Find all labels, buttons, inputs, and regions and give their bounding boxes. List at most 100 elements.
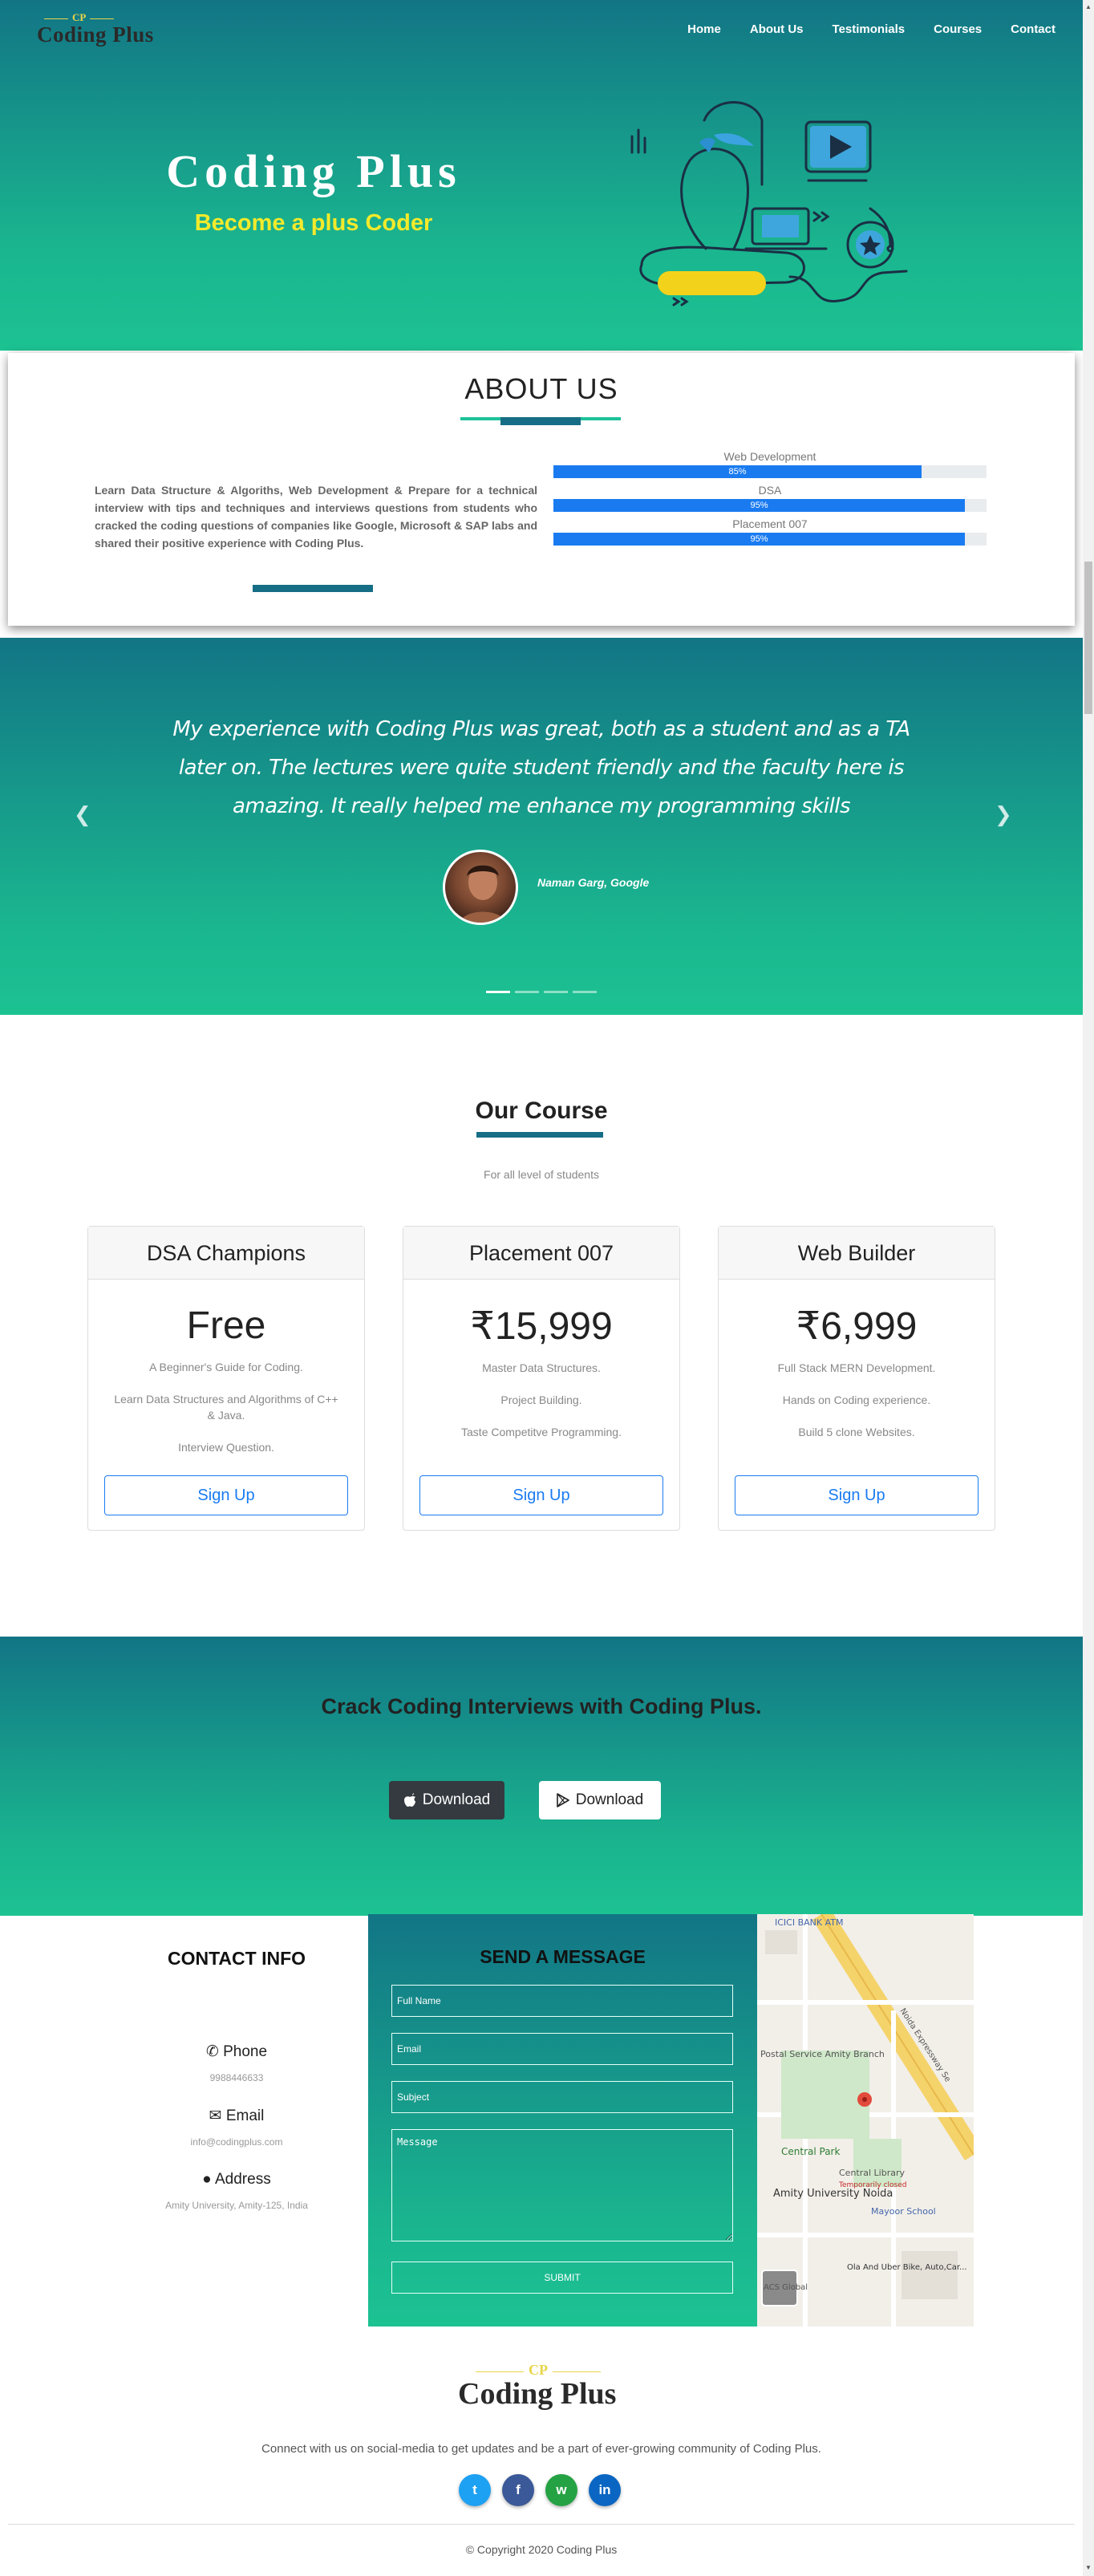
linkedin-icon[interactable]: in <box>589 2474 621 2506</box>
hero-section: CP Coding Plus Home About Us Testimonial… <box>0 0 1083 351</box>
location-map[interactable]: ICICI BANK ATM Postal Service Amity Bran… <box>757 1914 974 2327</box>
map-label: Central Park <box>781 2146 840 2157</box>
courses-underline <box>476 1132 603 1138</box>
map-label: Postal Service Amity Branch <box>760 2049 885 2059</box>
envelope-icon: ✉ <box>209 2107 222 2124</box>
skill-progress-bar: 95% <box>553 533 987 546</box>
email-label-row: ✉ Email <box>128 2107 345 2125</box>
app-store-download-button[interactable]: Download <box>389 1781 504 1819</box>
phone-icon: ✆ <box>205 2043 219 2060</box>
courses-subtitle: For all level of students <box>484 1168 599 1181</box>
about-text: Learn Data Structure & Algoriths, Web De… <box>95 484 537 550</box>
page: CP Coding Plus Home About Us Testimonial… <box>0 0 1094 2576</box>
course-name: DSA Champions <box>88 1227 364 1280</box>
nav-about-us[interactable]: About Us <box>750 22 804 36</box>
page-scrollbar[interactable]: ▲ ▼ <box>1083 0 1094 2576</box>
email-input[interactable] <box>391 2033 733 2065</box>
email-value[interactable]: info@codingplus.com <box>128 2136 345 2148</box>
skill-progress-fill: 95% <box>553 499 965 512</box>
logo-name: Coding Plus <box>37 22 154 47</box>
course-price: ₹6,999 <box>796 1305 918 1348</box>
download-section: Crack Coding Interviews with Coding Plus… <box>0 1637 1083 1916</box>
testimonial-author: Naman Garg, Google <box>537 876 650 889</box>
course-name: Placement 007 <box>403 1227 679 1280</box>
carousel-indicator[interactable] <box>573 991 597 993</box>
apple-icon <box>403 1793 415 1807</box>
course-name: Web Builder <box>719 1227 995 1280</box>
sign-up-button[interactable]: Sign Up <box>735 1475 979 1515</box>
message-textarea[interactable] <box>391 2129 733 2241</box>
course-feature: A Beginner's Guide for Coding. <box>149 1361 303 1373</box>
course-card-placement-007: Placement 007 ₹15,999 Master Data Struct… <box>403 1226 680 1531</box>
submit-button[interactable]: SUBMIT <box>391 2262 733 2294</box>
contact-address: ● Address Amity University, Amity-125, I… <box>128 2171 345 2211</box>
footer-logo[interactable]: CP Coding Plus <box>455 2362 628 2411</box>
email-label: Email <box>225 2107 265 2124</box>
nav-contact[interactable]: Contact <box>1011 22 1056 36</box>
courses-title: Our Course <box>475 1097 608 1124</box>
skill-progress-fill: 85% <box>553 465 922 478</box>
twitter-icon[interactable]: t <box>459 2474 491 2506</box>
scroll-up-icon[interactable]: ▲ <box>1085 3 1092 10</box>
address-value: Amity University, Amity-125, India <box>165 2200 308 2211</box>
footer-divider <box>8 2524 1075 2525</box>
main-nav: Home About Us Testimonials Courses Conta… <box>687 22 1056 36</box>
course-price: Free <box>186 1304 266 1347</box>
hero-title: Coding Plus <box>166 145 461 197</box>
phone-label: Phone <box>223 2043 268 2060</box>
course-feature: Learn Data Structures and Algorithms of … <box>114 1393 338 1422</box>
sign-up-button[interactable]: Sign Up <box>104 1475 348 1515</box>
course-feature: Full Stack MERN Development. <box>777 1361 936 1374</box>
download-title: Crack Coding Interviews with Coding Plus… <box>321 1694 762 1718</box>
hero-subtitle: Become a plus Coder <box>194 210 433 236</box>
testimonial-quote: My experience with Coding Plus was great… <box>172 717 910 818</box>
nav-home[interactable]: Home <box>687 22 721 36</box>
carousel-indicator[interactable] <box>486 991 510 993</box>
carousel-indicator[interactable] <box>544 991 568 993</box>
skills-list: Web Development 85% DSA 95% Placement 00… <box>553 448 987 549</box>
brand-logo[interactable]: CP Coding Plus <box>35 8 153 53</box>
course-card-dsa-champions: DSA Champions Free A Beginner's Guide fo… <box>87 1226 365 1531</box>
map-label: Amity University Noida <box>773 2188 893 2200</box>
social-links: t f w in <box>459 2474 621 2506</box>
skill-name: Placement 007 <box>732 517 808 530</box>
skill-progress-fill: 95% <box>553 533 965 546</box>
scrollbar-thumb[interactable] <box>1084 562 1092 714</box>
send-message-form: SEND A MESSAGE SUBMIT <box>368 1914 757 2327</box>
about-section: ABOUT US Learn Data Structure & Algorith… <box>8 353 1075 626</box>
sign-up-button[interactable]: Sign Up <box>419 1475 663 1515</box>
map-canvas: ICICI BANK ATM Postal Service Amity Bran… <box>757 1914 974 2327</box>
address-label-row: ● Address <box>128 2171 345 2189</box>
about-title: ABOUT US <box>464 372 618 405</box>
about-underline <box>460 417 621 425</box>
coder-illustration <box>630 101 908 306</box>
contact-info-title: CONTACT INFO <box>167 1948 306 1969</box>
apple-download-label: Download <box>422 1791 491 1808</box>
course-feature: Taste Competitve Programming. <box>461 1426 622 1438</box>
testimonials-section: ❮ ❯ My experience with Coding Plus was g… <box>0 638 1083 1015</box>
carousel-prev-icon[interactable]: ❮ <box>74 802 91 827</box>
map-label: ACS Global <box>764 2283 808 2292</box>
whatsapp-icon[interactable]: w <box>545 2474 577 2506</box>
facebook-icon[interactable]: f <box>502 2474 534 2506</box>
subject-input[interactable] <box>391 2081 733 2113</box>
course-feature: Project Building. <box>500 1393 582 1406</box>
course-feature: Build 5 clone Websites. <box>798 1426 915 1438</box>
phone-value[interactable]: 9988446633 <box>128 2072 345 2083</box>
play-store-download-button[interactable]: Download <box>539 1781 661 1819</box>
scroll-down-icon[interactable]: ▼ <box>1085 2564 1092 2571</box>
address-label: Address <box>215 2171 271 2188</box>
testimonial-avatar <box>443 850 518 925</box>
footer-tagline: Connect with us on social-media to get u… <box>261 2442 821 2456</box>
carousel-next-icon[interactable]: ❯ <box>995 802 1012 827</box>
course-feature: Master Data Structures. <box>482 1361 601 1374</box>
footer-logo-name: Coding Plus <box>458 2377 617 2411</box>
carousel-indicator[interactable] <box>515 991 539 993</box>
skill-progress-bar: 95% <box>553 499 987 512</box>
map-label: Mayoor School <box>871 2206 936 2217</box>
nav-courses[interactable]: Courses <box>934 22 982 36</box>
full-name-input[interactable] <box>391 1985 733 2017</box>
course-feature: Hands on Coding experience. <box>782 1393 931 1406</box>
nav-testimonials[interactable]: Testimonials <box>833 22 906 36</box>
map-label: Central Library <box>839 2168 906 2178</box>
